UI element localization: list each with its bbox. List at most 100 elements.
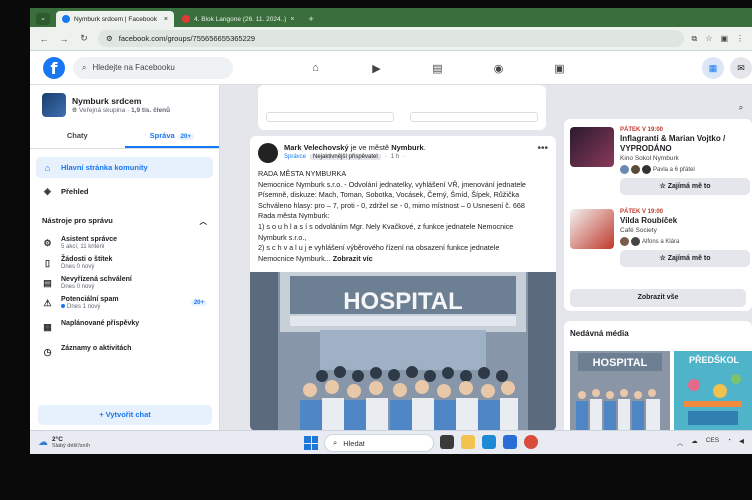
previous-post-action-button[interactable] (410, 112, 538, 122)
menu-grid-icon[interactable]: ▦ (702, 57, 724, 79)
unread-dot-icon (61, 304, 65, 309)
browser-tab-facebook[interactable]: Nymburk srdcem | Facebook × (56, 11, 174, 27)
browser-menu-icon[interactable]: ⋮ (736, 34, 744, 43)
profile-icon[interactable]: ▣ (720, 34, 728, 43)
task-view-icon[interactable] (440, 435, 454, 449)
globe-icon: 🌐︎ (72, 106, 78, 114)
group-sidebar: Nymburk srdcem 🌐︎ Veřejná skupina · 1,9 … (30, 85, 220, 430)
tool-pending-approvals[interactable]: ▤ Nevyřízená schválení Dnes 0 nový (36, 273, 213, 293)
site-info-icon[interactable]: ⚙ (106, 34, 113, 43)
store-icon[interactable] (503, 435, 517, 449)
event-friends: Pavla a 6 přátel (620, 165, 750, 174)
weather-widget[interactable]: ☁ 2°C Slabý déšť/sníh (38, 436, 90, 449)
marketplace-icon[interactable]: ▤ (407, 62, 468, 75)
group-header[interactable]: Nymburk srdcem 🌐︎ Veřejná skupina · 1,9 … (30, 85, 219, 117)
post-more-icon[interactable]: ••• (537, 143, 548, 163)
media-thumb-sign: PŘEDŠKOL (689, 354, 740, 365)
group-avatar[interactable] (42, 93, 66, 117)
tray-chevron-icon[interactable]: ︿ (677, 437, 684, 447)
back-icon[interactable]: ← (38, 34, 50, 44)
event-date: PÁTEK V 19:00 (620, 209, 664, 215)
url-field[interactable]: ⚙ facebook.com/groups/755656655365229 (98, 30, 684, 47)
interested-button[interactable]: ☆ Zajímá mě to (620, 250, 750, 267)
url-text: facebook.com/groups/755656655365229 (118, 34, 256, 43)
search-icon[interactable]: ⌕ (732, 99, 750, 117)
tool-tag-requests[interactable]: ▯ Žádosti o štítek Dnes 0 nový (36, 253, 213, 273)
tool-sub: Dnes 0 nový (61, 264, 95, 270)
chevron-up-icon[interactable]: ︿ (200, 216, 208, 227)
volume-icon[interactable]: ◀ (739, 437, 744, 447)
post-time[interactable]: 1 h (391, 154, 399, 160)
bookmark-star-icon[interactable]: ☆ (705, 34, 712, 43)
wifi-icon[interactable]: ◔ (727, 437, 731, 447)
event-title[interactable]: Inflagranti & Marian Vojtko / VYPRODÁNO (620, 134, 750, 154)
tool-label: Záznamy o aktivitách (61, 345, 132, 352)
forward-icon[interactable]: → (58, 34, 70, 44)
media-thumb-hospital[interactable]: HOSPITAL (570, 351, 670, 430)
onedrive-icon[interactable]: ☁ (691, 437, 698, 447)
install-app-icon[interactable]: ⧉ (692, 34, 698, 44)
create-chat-button[interactable]: + Vytvořit chat (38, 405, 212, 425)
groups-icon[interactable]: ◉ (468, 62, 529, 75)
browser-tab-youtube[interactable]: 4. Blok Langone (26. 11. 2024..) × (176, 11, 300, 27)
group-meta: 🌐︎ Veřejná skupina · 1,9 tis. členů (72, 106, 171, 114)
event-friends: Alfons a Klára (620, 237, 750, 246)
tab-chats[interactable]: Chaty (30, 127, 125, 148)
tab-search-button[interactable]: ⌄ (36, 13, 50, 25)
cloud-icon: ☁ (38, 437, 48, 448)
close-tab-icon[interactable]: × (290, 16, 294, 23)
events-card: PÁTEK V 19:00 Inflagranti & Marian Vojtk… (564, 119, 752, 311)
tool-potential-spam[interactable]: ⚠ Potenciální spam Dnes 1 nový 20+ (36, 293, 213, 313)
facebook-search-input[interactable]: ⌕ Hledejte na Facebooku (73, 56, 233, 79)
home-icon[interactable]: ⌂ (285, 62, 346, 74)
post-text-line: Schváleno hlasy: pro – 7, proti - 0, zdr… (258, 200, 525, 210)
system-tray: ︿ ☁ CES ◔ ◀ (677, 437, 744, 447)
media-thumb-preschool[interactable]: PŘEDŠKOL (674, 351, 752, 430)
author-name[interactable]: Mark Velechovský (284, 143, 349, 152)
file-explorer-icon[interactable] (461, 435, 475, 449)
tab-admin[interactable]: Správa 20+ (124, 127, 219, 148)
group-name[interactable]: Nymburk srdcem (72, 96, 170, 106)
tool-label: Potenciální spam (61, 296, 119, 303)
search-placeholder: Hledejte na Facebooku (92, 63, 175, 72)
tool-label: Nevyřízená schválení (61, 276, 132, 283)
see-more-link[interactable]: Zobrazit víc (333, 254, 373, 263)
messenger-icon[interactable]: ✉ (730, 57, 752, 79)
search-icon: ⌕ (333, 438, 338, 447)
author-location[interactable]: Nymburk (391, 143, 424, 152)
facebook-logo[interactable]: f (43, 56, 65, 79)
event-image[interactable] (570, 127, 614, 167)
taskbar-search[interactable]: ⌕ Hledat (324, 434, 434, 452)
sidebar-item-community-home[interactable]: ⌂ Hlavní stránka komunity (36, 157, 213, 178)
tab-label: Správa (149, 131, 175, 140)
tool-admin-assistant[interactable]: ⚙ Asistent správce 5 akcí, 11 kritérií (36, 233, 213, 253)
video-icon[interactable]: ▶ (346, 62, 407, 75)
edge-icon[interactable] (482, 435, 496, 449)
close-tab-icon[interactable]: × (164, 16, 168, 23)
event-title[interactable]: Vilda Roubíček (620, 216, 750, 226)
new-tab-button[interactable]: + (302, 11, 319, 27)
friends-text: Alfons a Klára (642, 238, 680, 245)
sidebar-item-overview[interactable]: ◈ Přehled (36, 181, 213, 202)
show-all-button[interactable]: Zobrazit vše (570, 289, 746, 307)
previous-post-action-button[interactable] (266, 112, 394, 122)
section-title: Nástroje pro správu (42, 216, 113, 225)
tab-badge: 20+ (177, 134, 194, 140)
event-image[interactable] (570, 209, 614, 249)
chrome-icon[interactable] (524, 435, 538, 449)
post-image-hospital[interactable]: HOSPITAL (250, 272, 556, 431)
nav-right: ▦ ✉ (702, 57, 752, 79)
windows-start-icon[interactable] (304, 436, 318, 450)
calendar-icon: ▦ (43, 322, 52, 332)
tool-activity-log[interactable]: ◷ Záznamy o aktivitách (36, 342, 213, 361)
reload-icon[interactable]: ↻ (78, 33, 90, 44)
language-indicator[interactable]: CES (706, 437, 719, 447)
tool-scheduled-posts[interactable]: ▦ Naplánované příspěvky (36, 317, 213, 336)
gaming-icon[interactable]: ▣ (529, 62, 590, 75)
tool-label: Naplánované příspěvky (61, 320, 140, 327)
author-connector: je ve městě (350, 143, 390, 152)
interested-button[interactable]: ☆ Zajímá mě to (620, 178, 750, 195)
author-avatar[interactable] (258, 143, 278, 163)
facebook-top-nav: f ⌕ Hledejte na Facebooku ⌂ ▶ ▤ ◉ ▣ ▦ ✉ (30, 51, 752, 85)
admin-tools-heading[interactable]: Nástroje pro správu ︿ (30, 216, 219, 227)
